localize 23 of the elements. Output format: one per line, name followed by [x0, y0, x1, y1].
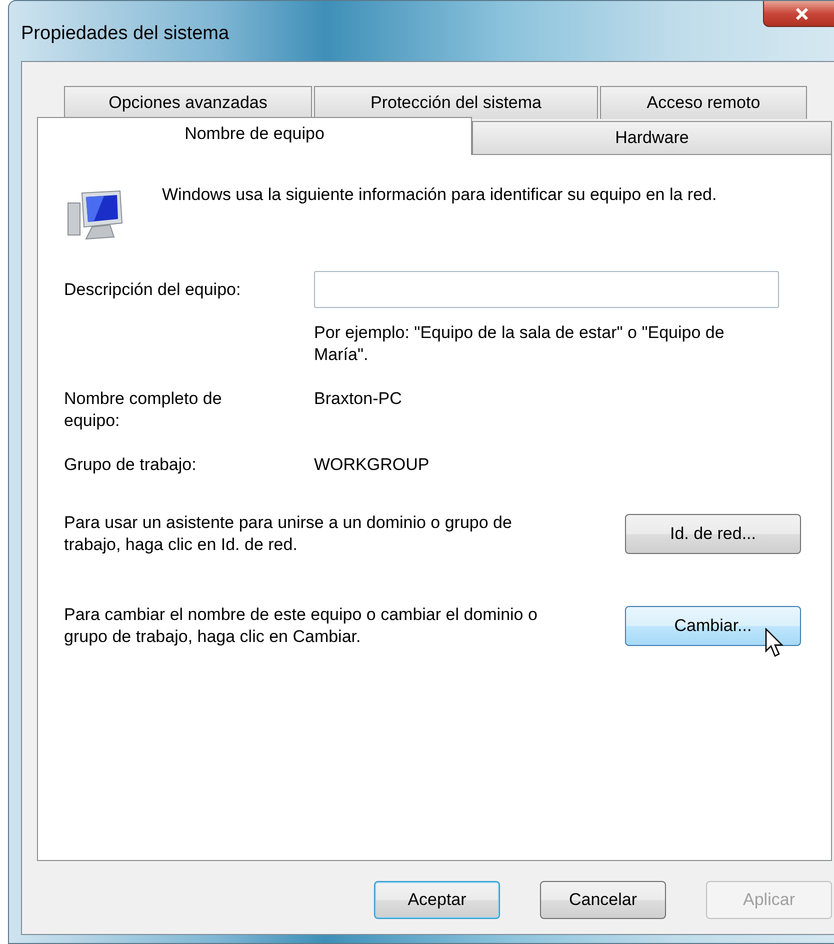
description-text: Windows usa la siguiente información para identificar su equipo en la red.: [162, 184, 718, 206]
tab[interactable]: Opciones avanzadas: [64, 86, 312, 119]
instruction-text: Para cambiar el nombre de este equipo o cambiar el dominio o grupo de trabajo, haga clic en Cambiar.: [64, 604, 538, 648]
tab[interactable]: Hardware: [472, 121, 832, 154]
example-hint: Por ejemplo: "Equipo de la sala de estar" o "Equipo de María".: [314, 322, 726, 366]
action-button[interactable]: Cambiar...: [625, 606, 801, 646]
tab[interactable]: Nombre de equipo: [37, 117, 472, 155]
info-value: Braxton-PC: [314, 388, 403, 410]
description-field[interactable]: [314, 271, 779, 308]
dialog-button[interactable]: Cancelar: [540, 881, 666, 919]
tab[interactable]: Protección del sistema: [314, 86, 598, 119]
mouse-pointer-icon: [765, 628, 785, 658]
window-title: Propiedades del sistema: [21, 23, 230, 45]
instruction-text: Para usar un asistente para unirse a un dominio o grupo de trabajo, haga clic en Id. de red.: [64, 512, 513, 556]
close-button[interactable]: [763, 1, 834, 27]
dialog-button[interactable]: Aceptar: [374, 881, 500, 919]
info-value: WORKGROUP: [314, 454, 430, 476]
info-label: Nombre completo de equipo:: [64, 388, 223, 432]
close-icon: [795, 8, 809, 20]
action-button[interactable]: Id. de red...: [625, 514, 801, 554]
field-label: Descripción del equipo:: [64, 280, 242, 300]
tab[interactable]: Acceso remoto: [600, 86, 807, 119]
info-label: Grupo de trabajo:: [64, 454, 198, 476]
